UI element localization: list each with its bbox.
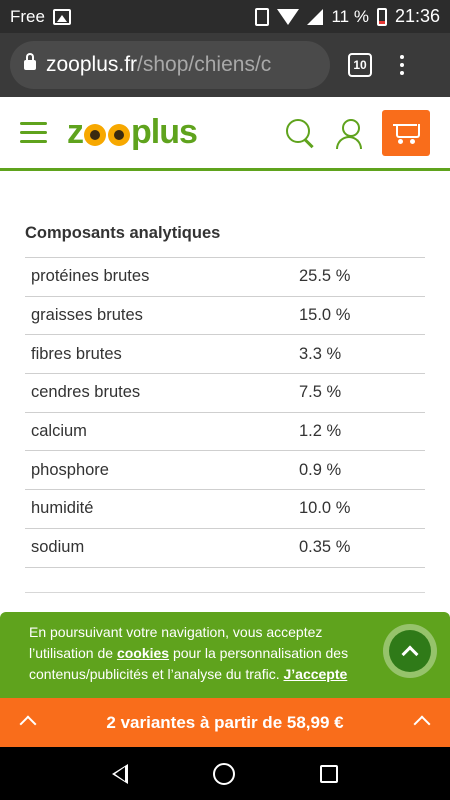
nutrient-name: cendres brutes	[31, 383, 141, 402]
table-row: sodium 0.35 %	[25, 529, 425, 568]
menu-icon[interactable]	[20, 122, 47, 143]
vibrate-icon	[255, 7, 270, 26]
search-icon[interactable]	[284, 117, 316, 149]
account-icon[interactable]	[334, 117, 364, 149]
tab-switcher-button[interactable]: 10	[348, 53, 372, 77]
nutrient-name: calcium	[31, 422, 87, 441]
clock: 21:36	[394, 6, 440, 26]
status-bar: Free 11 % 21:36	[0, 0, 450, 33]
browser-toolbar: zooplus.fr/shop/chiens/c 10	[0, 33, 450, 97]
chevron-up-icon	[19, 715, 37, 733]
nutrient-name: phosphore	[31, 460, 109, 479]
nutrient-value: 15.0 %	[299, 306, 351, 325]
nutrient-value: 0.9 %	[299, 460, 342, 479]
recent-apps-icon[interactable]	[319, 764, 338, 783]
signal-icon	[307, 8, 324, 25]
nutrient-name: graisses brutes	[31, 306, 143, 325]
table-row: fibres brutes 3.3 %	[25, 335, 425, 375]
section-title: Composants analytiques	[25, 224, 221, 242]
accept-cookies-link[interactable]: J’accepte	[283, 666, 347, 682]
nutrient-name: protéines brutes	[31, 267, 150, 286]
divider	[25, 591, 425, 593]
url-path: /shop/chiens/c	[137, 53, 272, 76]
battery-icon	[376, 7, 387, 26]
nutrient-value: 7.5 %	[299, 383, 342, 402]
cookie-text: En poursuivant votre navigation, vous ac…	[29, 624, 349, 682]
cart-button[interactable]	[382, 109, 430, 156]
nutrient-value: 1.2 %	[299, 422, 342, 441]
table-row: calcium 1.2 %	[25, 413, 425, 452]
lock-icon	[24, 53, 36, 70]
nutrient-value: 0.35 %	[299, 538, 351, 557]
carrier-label: Free	[10, 6, 45, 26]
analysis-table: protéines brutes 25.5 % graisses brutes 15.…	[25, 257, 425, 568]
nutrient-value: 3.3 %	[299, 344, 342, 363]
image-icon	[52, 8, 71, 25]
battery-percent: 11 %	[331, 6, 369, 26]
variant-label: 2 variantes à partir de 58,99 €	[106, 712, 344, 732]
wifi-icon	[277, 8, 300, 25]
home-icon[interactable]	[212, 762, 235, 785]
chevron-up-icon	[413, 715, 431, 733]
scroll-to-top-button[interactable]	[383, 624, 437, 678]
table-row: cendres brutes 7.5 %	[25, 374, 425, 413]
table-row: graisses brutes 15.0 %	[25, 297, 425, 336]
nutrient-name: sodium	[31, 538, 85, 557]
product-content: Composants analytiques protéines brutes 2…	[0, 174, 450, 593]
table-row: phosphore 0.9 %	[25, 451, 425, 491]
address-bar[interactable]: zooplus.fr/shop/chiens/c	[10, 41, 330, 89]
site-header: z plus	[0, 97, 450, 171]
variant-bar[interactable]: 2 variantes à partir de 58,99 €	[0, 698, 450, 747]
zooplus-logo[interactable]: z plus	[67, 113, 198, 152]
cookies-link[interactable]: cookies	[117, 645, 169, 661]
more-menu-icon[interactable]	[400, 55, 404, 75]
nutrient-value: 10.0 %	[299, 499, 351, 518]
table-row: humidité 10.0 %	[25, 490, 425, 529]
system-nav-bar	[0, 747, 450, 800]
nutrient-name: humidité	[31, 499, 94, 518]
cart-icon	[393, 122, 420, 144]
url-domain: zooplus.fr	[46, 53, 138, 76]
back-icon[interactable]	[112, 763, 129, 784]
table-row: protéines brutes 25.5 %	[25, 258, 425, 297]
chevron-up-icon	[401, 645, 419, 663]
nutrient-value: 25.5 %	[299, 267, 351, 286]
nutrient-name: fibres brutes	[31, 344, 122, 363]
